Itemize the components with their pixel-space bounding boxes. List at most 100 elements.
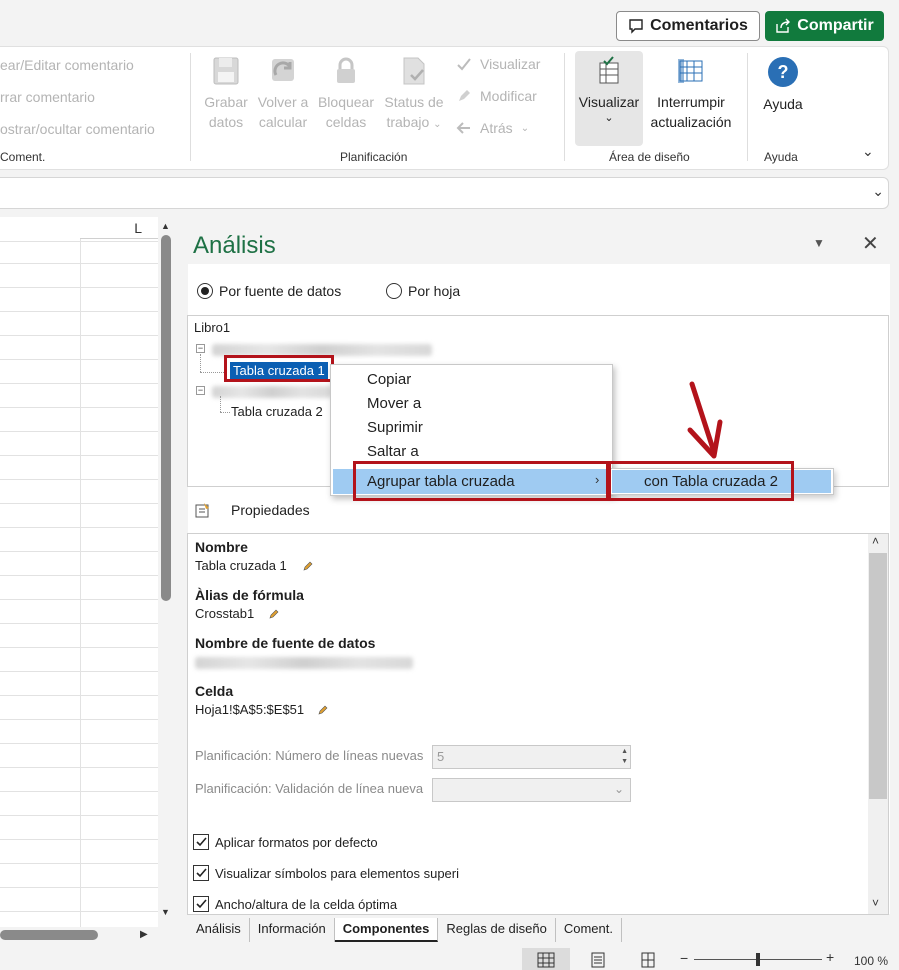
recalculate-label-2: calcular — [258, 114, 308, 130]
menu-item-move-to[interactable]: Mover a — [367, 395, 421, 412]
zoom-in-icon[interactable]: + — [826, 949, 834, 965]
stepper-arrows-icon[interactable]: ▲ ▼ — [621, 747, 628, 767]
work-status-button[interactable]: Status de trabajo ⌄ — [381, 55, 447, 135]
edit-cell-pencil-icon[interactable] — [317, 704, 329, 716]
toggle-comment-button[interactable]: ostrar/ocultar comentario — [0, 121, 155, 137]
back-small-button[interactable]: Atrás ⌄ — [456, 120, 529, 136]
visualize-design-label: Visualizar — [578, 94, 640, 110]
spreadsheet-grid[interactable] — [0, 217, 158, 927]
visualize-design-icon — [599, 56, 619, 84]
save-data-label-1: Grabar — [204, 94, 248, 110]
recalculate-button[interactable]: Volver a calcular — [254, 55, 312, 132]
highlight-box-submenu-item — [608, 461, 794, 501]
lock-cells-button[interactable]: Bloquear celdas — [315, 55, 377, 132]
ribbon-separator — [747, 53, 748, 161]
tab-design-rules[interactable]: Reglas de diseño — [438, 918, 556, 942]
group-label-planning: Planificación — [340, 150, 408, 164]
planning-new-lines-input[interactable]: 5 ▲ ▼ — [432, 745, 631, 769]
formula-bar[interactable]: ⌄ — [0, 177, 889, 209]
scroll-up-chevron-icon[interactable]: ˄ — [872, 534, 879, 548]
help-button[interactable]: ? Ayuda — [757, 55, 809, 114]
lock-cells-label-2: celdas — [325, 114, 367, 130]
prop-name-value: Tabla cruzada 1 — [195, 558, 287, 573]
normal-view-button[interactable] — [522, 948, 570, 970]
menu-item-jump-to[interactable]: Saltar a — [367, 443, 419, 460]
comments-label: Comentarios — [650, 17, 748, 34]
chevron-down-icon: ⌄ — [613, 782, 624, 796]
zoom-out-icon[interactable]: − — [680, 950, 688, 966]
status-bar: − + 100 % — [0, 948, 899, 970]
comment-icon — [629, 19, 643, 34]
zoom-level[interactable]: 100 % — [854, 954, 888, 968]
tab-components[interactable]: Componentes — [334, 918, 439, 942]
normal-view-icon — [537, 952, 555, 968]
save-data-button[interactable]: Grabar datos — [202, 55, 250, 132]
tab-comments[interactable]: Coment. — [556, 918, 622, 942]
pane-title: Análisis — [193, 232, 276, 259]
visualize-icon — [457, 58, 471, 71]
pane-tabs: Análisis Información Componentes Reglas … — [188, 918, 622, 942]
share-icon — [776, 18, 791, 33]
edit-name-pencil-icon[interactable] — [302, 560, 314, 572]
ribbon-collapse-chevron-icon[interactable]: ⌄ — [862, 143, 874, 160]
menu-item-delete[interactable]: Suprimir — [367, 419, 423, 436]
scroll-up-arrow-icon[interactable]: ▲ — [161, 221, 170, 231]
ribbon-separator — [190, 53, 191, 161]
scroll-down-arrow-icon[interactable]: ▼ — [161, 907, 170, 917]
modify-icon — [459, 90, 470, 101]
tree-collapse-icon[interactable]: − — [196, 386, 205, 395]
delete-comment-button[interactable]: rrar comentario — [0, 89, 95, 105]
visualize-small-button[interactable]: Visualizar — [456, 56, 540, 72]
share-button[interactable]: Compartir — [765, 11, 884, 41]
zoom-slider-thumb[interactable] — [756, 953, 760, 966]
checkbox-apply-formats[interactable]: Aplicar formatos por defecto — [193, 834, 378, 850]
add-edit-comment-button[interactable]: ear/Editar comentario — [0, 57, 134, 73]
chevron-down-icon: ⌄ — [604, 112, 614, 124]
recalculate-icon — [272, 59, 294, 81]
chevron-down-icon: ⌄ — [520, 122, 530, 134]
annotation-arrow-icon — [687, 381, 723, 459]
scroll-right-arrow-icon[interactable]: ▶ — [140, 929, 148, 940]
svg-text:?: ? — [778, 62, 789, 82]
expand-formula-bar-chevron-icon[interactable]: ⌄ — [872, 183, 884, 200]
page-break-view-icon[interactable] — [640, 952, 656, 968]
properties-panel: Nombre Tabla cruzada 1 Àlias de fórmula … — [187, 533, 889, 915]
visualize-design-button[interactable]: Visualizar ⌄ — [575, 51, 643, 146]
work-status-icon — [403, 57, 425, 85]
radio-selected-icon — [197, 283, 213, 299]
group-label-design: Área de diseño — [609, 150, 690, 164]
work-status-label-1: Status de — [384, 94, 444, 110]
edit-alias-pencil-icon[interactable] — [268, 608, 280, 620]
menu-item-copy[interactable]: Copiar — [367, 371, 411, 388]
tab-analysis[interactable]: Análisis — [188, 918, 250, 942]
tree-datasource-2-redacted[interactable] — [212, 386, 332, 398]
highlight-box-group-item — [353, 461, 609, 501]
scroll-down-chevron-icon[interactable]: ˅ — [872, 896, 879, 910]
radio-by-source[interactable]: Por fuente de datos — [197, 283, 341, 299]
column-header-L[interactable]: L — [80, 217, 158, 239]
prop-cell-label: Celda — [195, 683, 234, 699]
help-icon: ? — [768, 57, 798, 87]
vertical-scroll-thumb[interactable] — [161, 235, 171, 601]
tree-item-crosstab-2[interactable]: Tabla cruzada 2 — [231, 404, 323, 419]
modify-small-button[interactable]: Modificar — [456, 88, 537, 104]
radio-by-sheet[interactable]: Por hoja — [386, 283, 460, 299]
floppy-disk-icon — [213, 57, 239, 85]
checkbox-optimal-size[interactable]: Ancho/altura de la celda óptima — [193, 896, 397, 912]
properties-scroll-thumb[interactable] — [869, 553, 887, 799]
planning-validation-select[interactable]: ⌄ — [432, 778, 631, 802]
pane-options-chevron-icon[interactable]: ▼ — [813, 236, 825, 250]
properties-icon — [194, 501, 212, 524]
tree-collapse-icon[interactable]: − — [196, 344, 205, 353]
close-pane-icon[interactable]: ✕ — [862, 231, 879, 256]
comments-button[interactable]: Comentarios — [616, 11, 760, 41]
horizontal-scroll-thumb[interactable] — [0, 930, 98, 940]
checkbox-show-symbols[interactable]: Visualizar símbolos para elementos super… — [193, 865, 459, 881]
tree-root-workbook[interactable]: Libro1 — [194, 320, 230, 335]
page-layout-view-icon[interactable] — [590, 952, 606, 968]
tab-information[interactable]: Información — [250, 918, 335, 942]
lock-cells-label-1: Bloquear — [317, 94, 375, 110]
checkbox-checked-icon — [193, 834, 209, 850]
ribbon: ear/Editar comentario rrar comentario os… — [0, 46, 889, 170]
interrupt-update-button[interactable]: Interrumpir actualización — [646, 55, 736, 132]
